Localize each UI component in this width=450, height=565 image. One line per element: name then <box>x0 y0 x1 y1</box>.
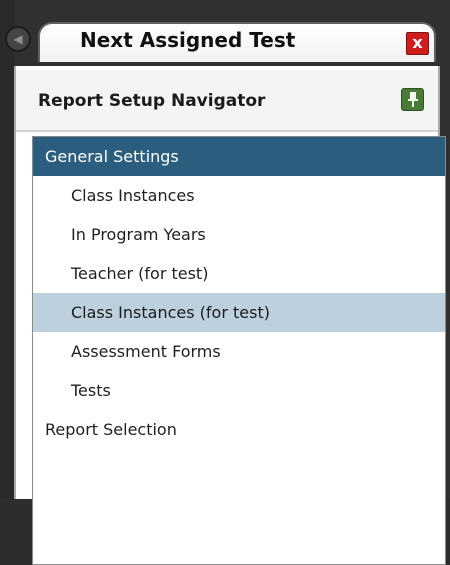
nav-item-assessment-forms[interactable]: Assessment Forms <box>33 332 445 371</box>
panel-title: Report Setup Navigator <box>38 91 266 111</box>
report-setup-navigator-list: General Settings Class Instances In Prog… <box>32 136 446 565</box>
nav-item-report-selection[interactable]: Report Selection <box>33 410 445 449</box>
nav-item-general-settings[interactable]: General Settings <box>33 137 445 176</box>
left-gutter <box>0 0 14 499</box>
nav-item-class-instances[interactable]: Class Instances <box>33 176 445 215</box>
application-frame: ◀ Next Assigned Test x Report Setup Navi… <box>0 0 450 565</box>
nav-item-in-program-years[interactable]: In Program Years <box>33 215 445 254</box>
nav-item-tests[interactable]: Tests <box>33 371 445 410</box>
nav-item-class-instances-for-test[interactable]: Class Instances (for test) <box>33 293 445 332</box>
panel-header: Report Setup Navigator <box>16 70 438 132</box>
pin-glyph-icon <box>407 92 418 107</box>
nav-item-teacher-for-test[interactable]: Teacher (for test) <box>33 254 445 293</box>
tab-next-assigned-test[interactable]: Next Assigned Test x <box>38 22 436 62</box>
report-setup-panel: Report Setup Navigator General Settings … <box>14 66 446 565</box>
close-icon[interactable]: x <box>406 32 429 55</box>
tab-title: Next Assigned Test <box>80 28 296 52</box>
circle-left-arrow-icon[interactable]: ◀ <box>5 26 31 52</box>
pin-icon[interactable] <box>401 88 424 111</box>
